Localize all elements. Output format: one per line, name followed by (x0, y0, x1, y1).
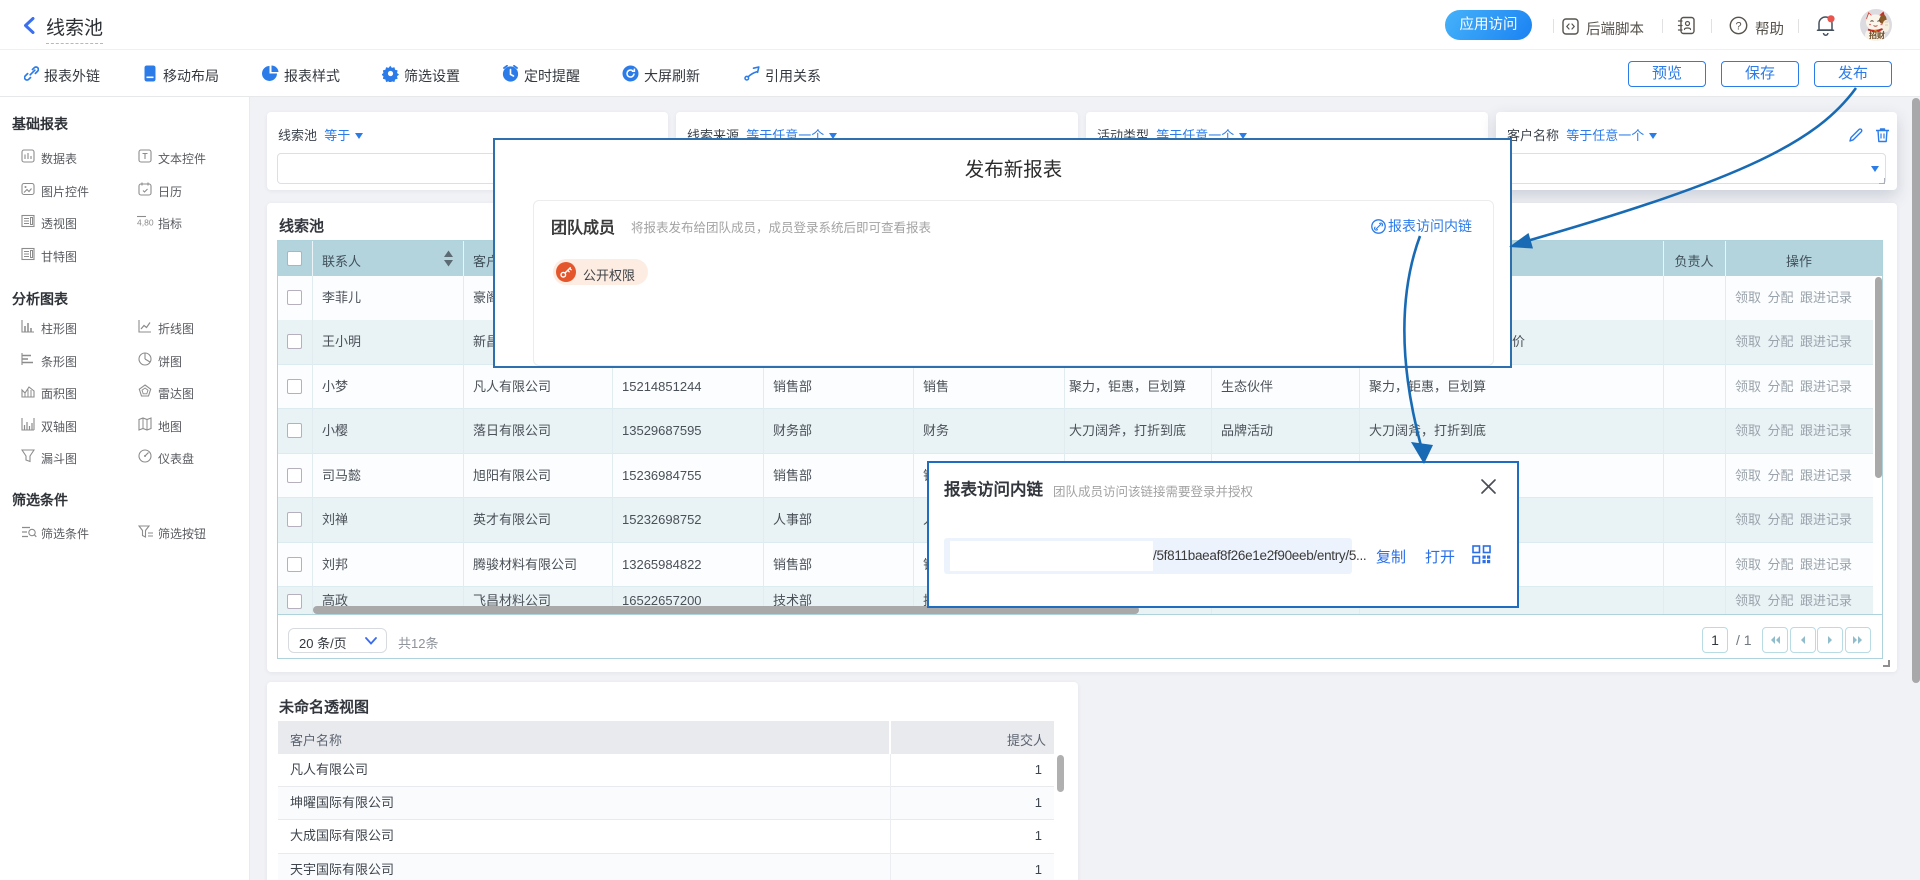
svg-text:?: ? (1735, 20, 1741, 32)
svg-text:招财: 招财 (1869, 30, 1885, 40)
svg-text:4,80: 4,80 (137, 218, 154, 228)
